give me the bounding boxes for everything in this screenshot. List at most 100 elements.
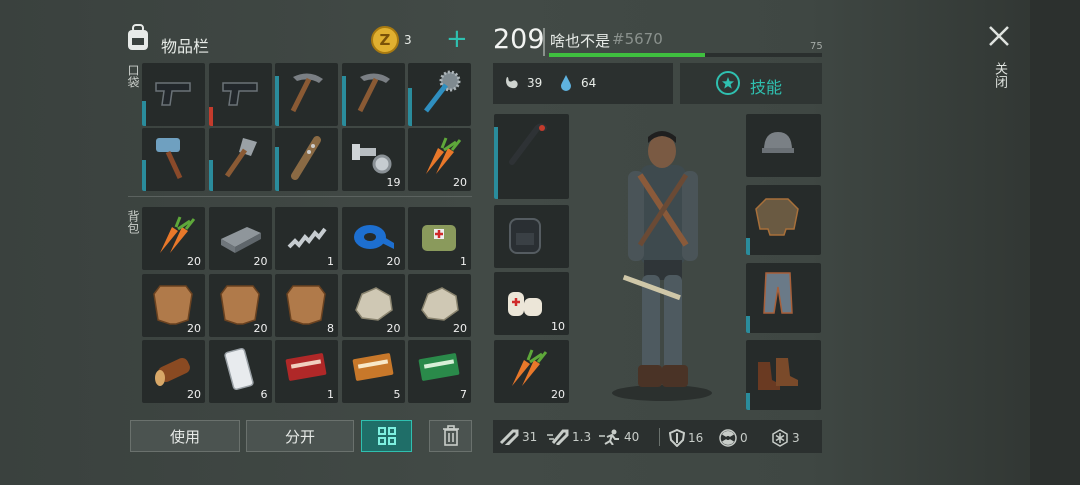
item-count: 20 <box>386 255 401 268</box>
star-icon <box>716 71 740 95</box>
equipment-slot[interactable]: 20 <box>494 340 569 403</box>
item-count: 19 <box>386 176 401 189</box>
coin-icon: Z <box>371 26 399 54</box>
durability-bar <box>275 75 279 126</box>
inventory-slot[interactable]: 19 <box>341 128 405 191</box>
stone-icon <box>354 286 393 321</box>
durability-bar <box>341 75 346 126</box>
divider <box>128 196 472 197</box>
cold-value: 3 <box>792 431 800 445</box>
item-count: 8 <box>327 321 334 335</box>
durability-bar <box>746 237 750 255</box>
pants-icon <box>763 272 793 314</box>
skills-label: 技能 <box>750 78 783 97</box>
xp-max: 75 <box>810 41 823 52</box>
equipment-slot[interactable] <box>746 340 821 410</box>
stats-bar: 31 1.3 40 16 0 3 <box>493 420 822 453</box>
inventory-slot[interactable]: 20 <box>341 273 405 337</box>
grid-icon <box>377 427 396 445</box>
spring-icon <box>287 227 327 249</box>
armor-value: 16 <box>688 431 704 445</box>
pickaxe-icon <box>357 73 390 113</box>
item-count: 20 <box>253 321 268 335</box>
item-count: 20 <box>187 321 201 335</box>
inventory-slot[interactable] <box>142 128 205 191</box>
item-count: 1 <box>327 255 334 268</box>
inventory-slot[interactable] <box>208 128 272 191</box>
inventory-slot[interactable] <box>275 128 338 191</box>
inventory-slot[interactable]: 20 <box>142 273 205 337</box>
spiked-club-icon <box>424 70 461 113</box>
inventory-slot[interactable]: 20 <box>142 207 205 270</box>
attack-speed-stat: 1.3 <box>547 429 591 445</box>
vitals-panel: 39 64 <box>493 63 673 104</box>
divider <box>543 28 545 56</box>
durability-bar <box>746 392 750 410</box>
inventory-slot[interactable]: 8 <box>275 273 338 337</box>
item-count: 20 <box>253 255 268 268</box>
sledgehammer-icon <box>156 138 183 180</box>
equipment-slot[interactable]: 10 <box>494 272 569 335</box>
cold-stat: 3 <box>771 429 800 447</box>
grid-view-button[interactable] <box>361 420 412 452</box>
fast-sword-icon <box>547 429 569 445</box>
inventory-slot[interactable]: 20 <box>408 273 471 337</box>
split-button[interactable]: 分开 <box>246 420 354 452</box>
inventory-slot[interactable]: 1 <box>275 340 338 403</box>
equipment-slot[interactable] <box>746 114 821 177</box>
carrot-icon <box>426 137 462 174</box>
add-coins-button[interactable]: + <box>446 25 468 53</box>
skills-button[interactable]: 技能 <box>680 63 822 104</box>
inventory-slot[interactable]: 1 <box>408 207 471 270</box>
attack-stat: 31 <box>499 429 537 445</box>
log-icon <box>155 357 190 386</box>
inventory-title: 物品栏 <box>161 37 210 56</box>
item-count: 7 <box>460 388 467 401</box>
item-count: 5 <box>393 388 401 401</box>
durability-bar <box>494 126 498 199</box>
durability-bar <box>208 107 213 126</box>
delete-button[interactable] <box>429 420 472 452</box>
close-label[interactable]: 关闭 <box>990 62 1009 88</box>
food-value: 39 <box>527 76 543 90</box>
pockets-label: 口袋 <box>126 64 140 88</box>
inventory-slot[interactable]: 5 <box>341 340 405 403</box>
speed-value: 40 <box>624 430 640 444</box>
inventory-slot[interactable] <box>208 63 272 126</box>
bolt-nut-icon <box>351 144 391 174</box>
leather-icon <box>286 284 326 325</box>
item-count: 20 <box>453 176 467 189</box>
inventory-slot[interactable]: 20 <box>142 340 205 403</box>
crowbar-icon <box>509 123 547 165</box>
player-name-row: 啥也不是 #5670 <box>550 30 663 51</box>
backpack-icon <box>509 218 541 254</box>
inventory-slot[interactable]: 7 <box>408 340 471 403</box>
close-icon[interactable] <box>988 25 1010 47</box>
inventory-slot[interactable]: 20 <box>208 273 272 337</box>
item-count: 20 <box>551 388 565 401</box>
stomach-icon <box>506 77 518 89</box>
inventory-slot[interactable]: 1 <box>275 207 338 270</box>
inventory-slot[interactable]: 20 <box>208 207 272 270</box>
inventory-slot[interactable] <box>142 63 205 126</box>
inventory-slot[interactable] <box>275 63 338 126</box>
inventory-slot[interactable]: 20 <box>341 207 405 270</box>
water-drop-icon <box>561 75 571 91</box>
backpack-icon <box>124 22 152 56</box>
inventory-slot[interactable]: 20 <box>408 128 471 191</box>
inventory-slot[interactable]: 6 <box>208 340 272 403</box>
item-count: 20 <box>453 321 467 335</box>
use-button[interactable]: 使用 <box>130 420 240 452</box>
inventory-slot[interactable] <box>408 63 471 126</box>
player-tag: #5670 <box>612 30 663 48</box>
inventory-slot[interactable] <box>341 63 405 126</box>
equipment-slot[interactable] <box>494 114 569 199</box>
item-count: 6 <box>260 388 268 401</box>
durability-bar <box>142 100 146 126</box>
water-value: 64 <box>581 76 597 90</box>
equipment-slot[interactable] <box>494 205 569 268</box>
pistol-icon <box>221 82 258 106</box>
equipment-slot[interactable] <box>746 263 821 333</box>
shovel-icon <box>224 138 257 178</box>
equipment-slot[interactable] <box>746 185 821 255</box>
